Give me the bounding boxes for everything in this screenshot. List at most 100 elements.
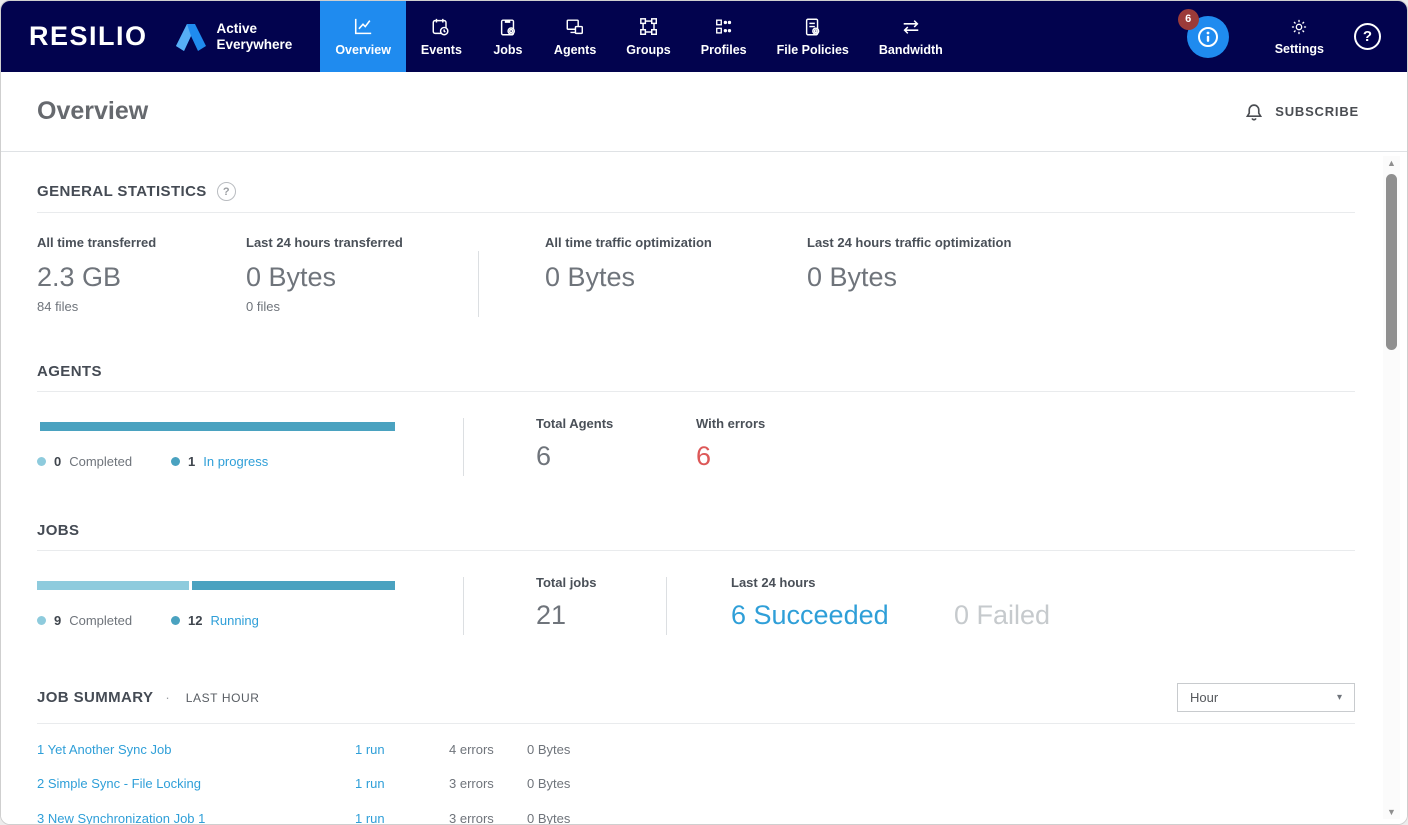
job-summary-header: JOB SUMMARY · LAST HOUR Hour ▾ — [37, 683, 1355, 712]
active-everywhere-wordmark: Active Everywhere — [216, 20, 293, 52]
agents-section: 0 Completed 1 In progress Total Agents 6… — [37, 416, 1355, 476]
stat-last24-transferred: Last 24 hours transferred 0 Bytes 0 file… — [246, 235, 403, 314]
table-row: 3 New Synchronization Job 1 1 run 3 erro… — [37, 801, 1355, 825]
general-statistics-header: GENERAL STATISTICS ? — [37, 182, 1355, 201]
job-errors: 4 errors — [449, 741, 494, 757]
inprogress-dot-icon — [171, 457, 180, 466]
info-circle-icon — [1197, 26, 1218, 47]
navbar-right: 6 Settings ? — [1177, 1, 1407, 72]
group-nodes-icon — [639, 17, 657, 35]
active-everywhere-logo: Active Everywhere — [174, 20, 293, 52]
jobs-section: 9 Completed 12 Running Total jobs 21 Las… — [37, 575, 1355, 635]
jobs-completed-segment — [37, 581, 190, 590]
table-row: 2 Simple Sync - File Locking 1 run 3 err… — [37, 767, 1355, 802]
job-link[interactable]: 2 Simple Sync - File Locking — [37, 776, 355, 791]
scroll-down-arrow[interactable]: ▼ — [1383, 805, 1400, 819]
general-statistics-title: GENERAL STATISTICS — [37, 183, 207, 200]
job-runs-link[interactable]: 1 run — [355, 742, 449, 757]
notification-badge[interactable]: 6 — [1177, 8, 1199, 30]
help-button[interactable]: ? — [1354, 23, 1381, 50]
divider — [37, 391, 1355, 392]
running-dot-icon — [171, 616, 180, 625]
jobs-legend: 9 Completed 12 Running — [37, 613, 463, 628]
tab-agents[interactable]: Agents — [539, 1, 611, 72]
agents-legend-completed: 0 Completed — [37, 454, 171, 469]
scrollbar-thumb[interactable] — [1386, 174, 1397, 350]
tab-overview[interactable]: Overview — [320, 1, 406, 72]
general-statistics-help-icon[interactable]: ? — [216, 182, 236, 201]
job-errors: 3 errors — [449, 776, 494, 792]
job-link[interactable]: 1 Yet Another Sync Job — [37, 742, 355, 757]
devices-icon — [566, 18, 584, 34]
divider — [666, 577, 667, 635]
jobs-legend-completed: 9 Completed — [37, 613, 171, 628]
separator-dot: · — [165, 690, 170, 705]
app-window: RESILIO Active Everywhere Overview Event… — [0, 0, 1408, 825]
divider — [463, 418, 464, 476]
clipboard-gear-icon — [500, 18, 515, 35]
period-select[interactable]: Hour ▾ — [1177, 683, 1355, 712]
jobs-running-segment — [192, 581, 395, 590]
completed-dot-icon — [37, 616, 46, 625]
job-bytes: 0 Bytes — [527, 810, 571, 825]
transfer-arrows-icon — [903, 19, 919, 34]
jobs-succeeded-link[interactable]: 6 Succeeded — [731, 600, 926, 631]
agents-progress-area: 0 Completed 1 In progress — [37, 416, 463, 476]
period-select-value: Hour — [1190, 690, 1219, 705]
general-statistics-row: All time transferred 2.3 GB 84 files Las… — [37, 235, 1355, 317]
stat-all-time-optimization: All time traffic optimization 0 Bytes — [545, 235, 712, 292]
scroll-up-arrow[interactable]: ▲ — [1383, 156, 1400, 170]
tab-bandwidth[interactable]: Bandwidth — [864, 1, 958, 72]
divider — [37, 723, 1355, 724]
jobs-failed-value: 0 Failed — [954, 600, 1051, 630]
agents-header: AGENTS — [37, 363, 1355, 380]
job-runs-link[interactable]: 1 run — [355, 811, 449, 824]
chevron-down-icon: ▾ — [1336, 692, 1342, 703]
jobs-header: JOBS — [37, 522, 1355, 539]
tab-groups[interactable]: Groups — [611, 1, 685, 72]
active-everywhere-mark-icon — [175, 23, 206, 51]
file-gear-icon — [805, 18, 820, 35]
tab-file-policies[interactable]: File Policies — [762, 1, 864, 72]
agents-legend-inprogress: 1 In progress — [171, 454, 305, 469]
table-row: 1 Yet Another Sync Job 1 run 4 errors 0 … — [37, 732, 1355, 767]
job-errors: 3 errors — [449, 810, 494, 825]
job-runs-link[interactable]: 1 run — [355, 776, 449, 791]
vertical-scrollbar[interactable]: ▲ ▼ — [1383, 156, 1400, 819]
agents-title: AGENTS — [37, 363, 102, 380]
jobs-title: JOBS — [37, 522, 80, 539]
settings-button[interactable]: Settings — [1275, 17, 1324, 56]
job-summary-table: 1 Yet Another Sync Job 1 run 4 errors 0 … — [37, 732, 1355, 825]
calendar-clock-icon — [432, 18, 449, 35]
job-bytes: 0 Bytes — [527, 741, 571, 757]
agents-progress-bar — [37, 422, 395, 431]
divider — [478, 251, 479, 317]
agents-inprogress-segment — [40, 422, 395, 431]
divider — [37, 550, 1355, 551]
agents-legend: 0 Completed 1 In progress — [37, 454, 463, 469]
line-chart-icon — [355, 18, 372, 34]
brand-area: RESILIO Active Everywhere — [1, 1, 292, 72]
jobs-progress-area: 9 Completed 12 Running — [37, 575, 463, 635]
tab-profiles[interactable]: Profiles — [686, 1, 762, 72]
overview-content: GENERAL STATISTICS ? All time transferre… — [1, 152, 1407, 824]
total-agents-stat: Total Agents 6 — [536, 416, 614, 471]
profiles-list-icon — [715, 19, 731, 34]
page-title: Overview — [37, 97, 149, 125]
gear-icon — [1292, 19, 1307, 35]
bell-icon — [1246, 103, 1263, 121]
divider — [463, 577, 464, 635]
completed-dot-icon — [37, 457, 46, 466]
jobs-progress-bar — [37, 581, 395, 590]
job-summary-title: JOB SUMMARY — [37, 689, 154, 706]
job-link[interactable]: 3 New Synchronization Job 1 — [37, 811, 355, 824]
tab-jobs[interactable]: Jobs — [477, 1, 539, 72]
jobs-last24-values: 6 Succeeded 0 Failed — [731, 600, 1050, 631]
job-summary-period-label: LAST HOUR — [185, 690, 260, 705]
resilio-logo: RESILIO — [29, 21, 148, 51]
jobs-legend-running: 12 Running — [171, 613, 305, 628]
tab-events[interactable]: Events — [406, 1, 477, 72]
stat-last24-optimization: Last 24 hours traffic optimization 0 Byt… — [807, 235, 1012, 292]
subscribe-button[interactable]: SUBSCRIBE — [1243, 101, 1359, 123]
agents-with-errors-stat: With errors 6 — [696, 416, 766, 471]
